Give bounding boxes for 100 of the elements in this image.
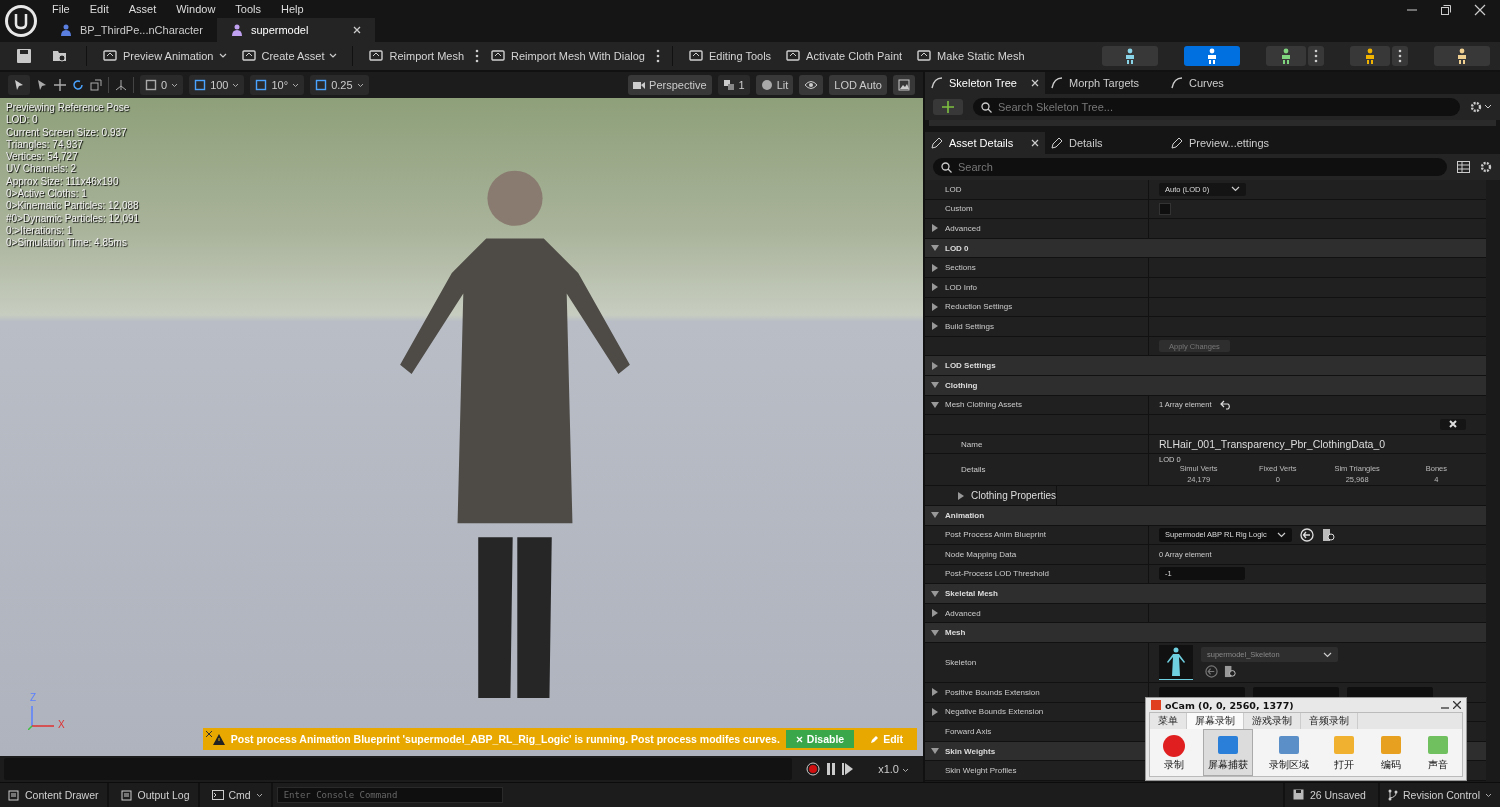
step-forward-icon[interactable] [842,762,855,776]
expand-arrow-icon[interactable] [931,381,939,390]
layout-dropdown[interactable]: 1 [717,75,750,95]
mode-button[interactable] [1102,46,1158,66]
menu-item[interactable]: Window [176,3,216,15]
toolbar-button[interactable]: Make Static Mesh [913,48,1028,64]
expand-arrow-icon[interactable] [931,361,939,370]
menu-item[interactable]: Tools [235,3,262,15]
mode-options-button[interactable] [1392,46,1408,66]
toolbar-button[interactable]: Reimport Mesh With Dialog [487,48,648,64]
browse-icon[interactable] [1224,665,1237,679]
ocam-tool-button[interactable]: 录制区域 [1264,729,1315,776]
category-header[interactable]: LOD Settings [925,356,1486,376]
expand-arrow-icon[interactable] [931,688,939,697]
panel-tab[interactable]: Morph Targets [1045,72,1165,94]
status-bar-button[interactable]: Content Drawer [0,783,109,807]
record-icon[interactable] [806,762,821,776]
snap-button[interactable]: 10° [250,75,305,95]
toolbar-button[interactable]: Preview Animation [99,48,230,64]
table-icon[interactable] [1457,161,1470,173]
cursor-icon[interactable] [36,79,48,91]
ocam-tab[interactable]: 屏幕录制 [1187,713,1244,729]
ocam-tool-button[interactable]: 屏幕捕获 [1203,729,1253,776]
expand-arrow-icon[interactable] [931,589,939,598]
snap-button[interactable]: 0.25 [310,75,369,95]
console-input[interactable]: Enter Console Command [276,787,503,803]
toolbar-button[interactable]: Activate Cloth Paint [782,48,906,64]
toolbar-button[interactable]: Create Asset [237,48,341,64]
move-icon[interactable] [54,79,66,91]
settings-icon[interactable] [1470,101,1492,113]
engine-logo-icon[interactable] [4,4,38,38]
mode-button[interactable] [1266,46,1306,66]
panel-tab[interactable]: Skeleton Tree [925,72,1045,94]
viewport-settings-button[interactable] [893,75,915,95]
toolbar-button[interactable]: Editing Tools [684,48,775,64]
document-tab[interactable]: BP_ThirdPe...nCharacter [46,18,217,42]
remove-element-button[interactable] [1440,418,1466,430]
browse-folder-icon[interactable] [52,48,68,64]
view-mode-dropdown[interactable]: Perspective [628,75,712,95]
select-mode-button[interactable] [8,75,30,95]
category-header[interactable]: Animation [925,505,1486,526]
mode-button[interactable] [1434,46,1490,66]
menu-item[interactable]: File [52,3,70,15]
show-flags-dropdown[interactable] [799,75,824,95]
lod-dropdown[interactable]: LOD Auto [829,75,887,95]
menu-item[interactable]: Edit [89,3,109,15]
expand-arrow-icon[interactable] [931,707,939,716]
panel-tab[interactable]: Details [1045,132,1165,154]
rotate-icon[interactable] [72,79,84,91]
checkbox[interactable] [1159,202,1171,215]
status-bar-button[interactable]: Output Log [112,783,200,807]
unsaved-button[interactable]: 26 Unsaved [1282,783,1374,807]
more-options-icon[interactable] [655,49,660,63]
menu-item[interactable]: Help [281,3,304,15]
browse-icon[interactable] [1321,527,1336,542]
category-header[interactable]: Mesh [925,623,1486,644]
ocam-tool-button[interactable]: 打开 [1325,729,1362,776]
add-button[interactable] [933,99,963,115]
document-tab[interactable]: supermodel [216,18,375,42]
revision-control-dropdown[interactable]: Revision Control [1377,783,1500,807]
expand-arrow-icon[interactable] [931,302,939,311]
ocam-tab[interactable]: 音频录制 [1301,713,1358,729]
mode-options-button[interactable] [1308,46,1324,66]
panel-tab[interactable]: Curves [1165,72,1285,94]
mode-button[interactable] [1350,46,1390,66]
category-header[interactable]: Clothing [925,375,1486,396]
menu-item[interactable]: Asset [128,3,157,15]
expand-arrow-icon[interactable] [931,244,939,253]
pause-icon[interactable] [826,762,837,776]
panel-tab[interactable]: Preview...ettings [1165,132,1285,154]
category-header[interactable]: LOD 0 [925,238,1486,259]
panel-tab[interactable]: Asset Details [925,132,1045,154]
scale-icon[interactable] [90,79,102,91]
toolbar-button[interactable]: Reimport Mesh [365,48,468,64]
restore-icon[interactable] [1440,4,1452,16]
expand-arrow-icon[interactable] [931,322,939,331]
more-options-icon[interactable] [475,49,480,63]
close-icon[interactable] [205,731,212,737]
expand-arrow-icon[interactable] [957,491,965,500]
expand-arrow-icon[interactable] [931,609,939,618]
mode-button[interactable] [1184,46,1240,66]
expand-arrow-icon[interactable] [931,511,939,520]
expand-arrow-icon[interactable] [931,747,939,756]
settings-icon[interactable] [1480,161,1492,173]
ocam-tool-button[interactable]: 编码 [1372,729,1409,776]
expand-arrow-icon[interactable] [931,400,939,409]
save-icon[interactable] [16,48,32,64]
coordinate-icon[interactable] [115,79,127,91]
snap-button[interactable]: 100 [189,75,245,95]
ocam-tool-button[interactable]: 声音 [1420,729,1457,776]
playback-speed-dropdown[interactable]: x1.0 [872,762,915,776]
expand-arrow-icon[interactable] [931,283,939,292]
expand-arrow-icon[interactable] [931,224,939,233]
cmd-dropdown[interactable]: Cmd [203,783,273,807]
lit-mode-dropdown[interactable]: Lit [755,75,794,95]
ocam-tool-button[interactable]: 录制 [1155,729,1192,776]
close-icon[interactable] [1453,701,1461,709]
expand-arrow-icon[interactable] [931,263,939,272]
snap-button[interactable]: 0 [140,75,184,95]
category-header[interactable]: Skeletal Mesh [925,584,1486,604]
